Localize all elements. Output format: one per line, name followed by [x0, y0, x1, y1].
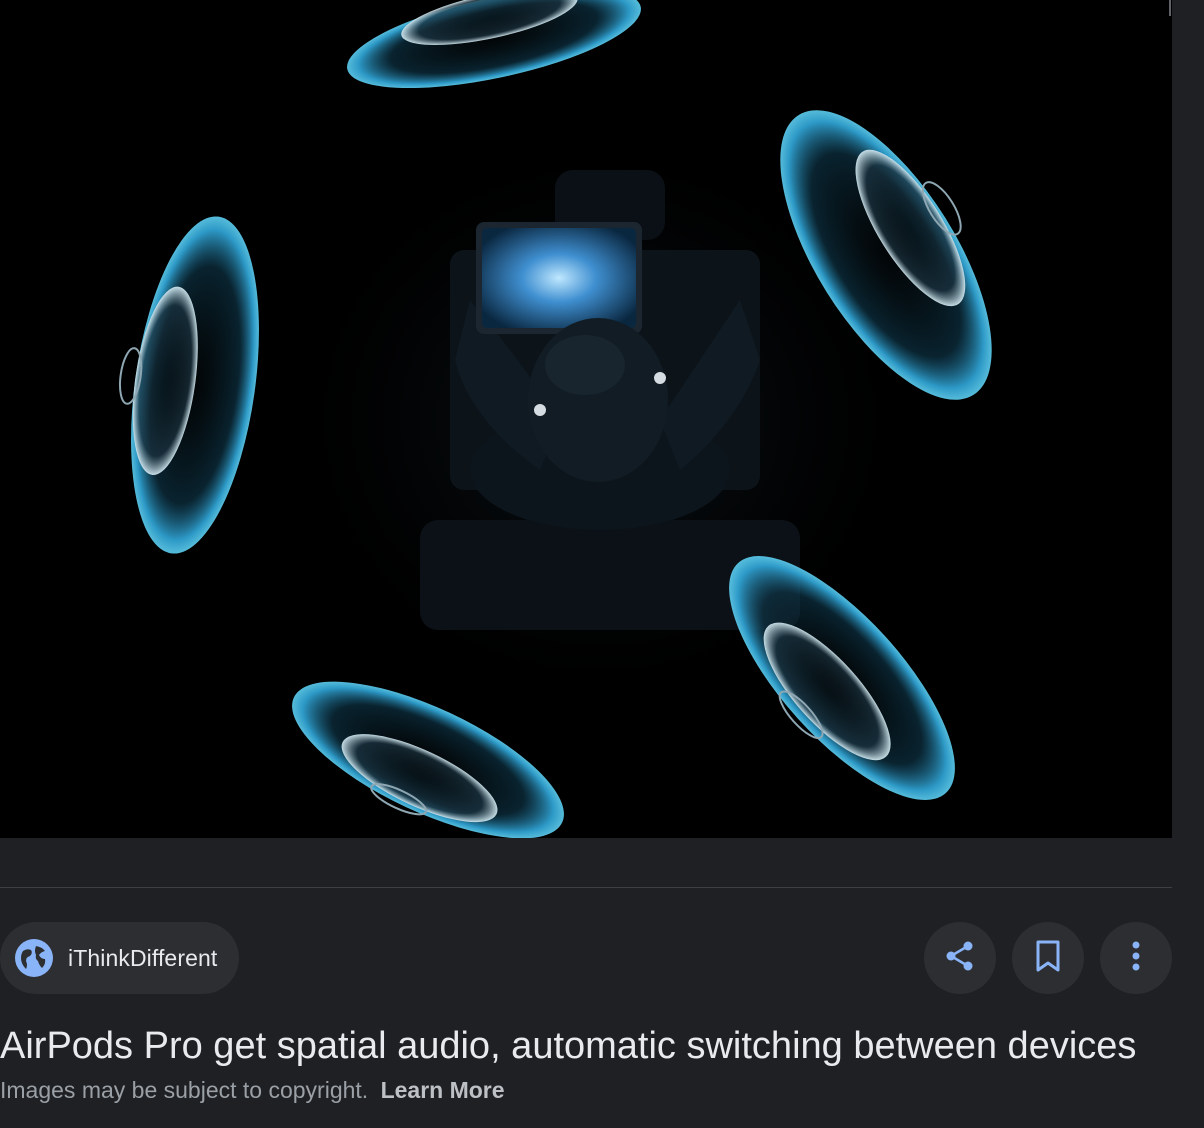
image-result-panel: iThinkDifferent AirPods Pro get spatial …	[0, 0, 1204, 1128]
scrollbar-thumb[interactable]	[1169, 0, 1171, 16]
share-icon	[943, 939, 977, 978]
save-button[interactable]	[1012, 922, 1084, 994]
more-options-button[interactable]	[1100, 922, 1172, 994]
copyright-text: Images may be subject to copyright.	[0, 1077, 369, 1103]
share-button[interactable]	[924, 922, 996, 994]
globe-icon	[14, 938, 54, 978]
divider	[0, 887, 1172, 888]
source-name: iThinkDifferent	[68, 944, 218, 971]
more-vert-icon	[1131, 939, 1141, 978]
head	[528, 318, 668, 482]
learn-more-link[interactable]: Learn More	[381, 1077, 505, 1103]
source-chip[interactable]: iThinkDifferent	[0, 922, 240, 994]
bookmark-icon	[1033, 939, 1063, 978]
right-gutter	[1172, 0, 1204, 838]
tablet	[476, 222, 642, 334]
copyright-notice: Images may be subject to copyright. Lear…	[0, 1076, 505, 1104]
preview-image[interactable]	[0, 0, 1172, 838]
result-title[interactable]: AirPods Pro get spatial audio, automatic…	[0, 1022, 1172, 1070]
